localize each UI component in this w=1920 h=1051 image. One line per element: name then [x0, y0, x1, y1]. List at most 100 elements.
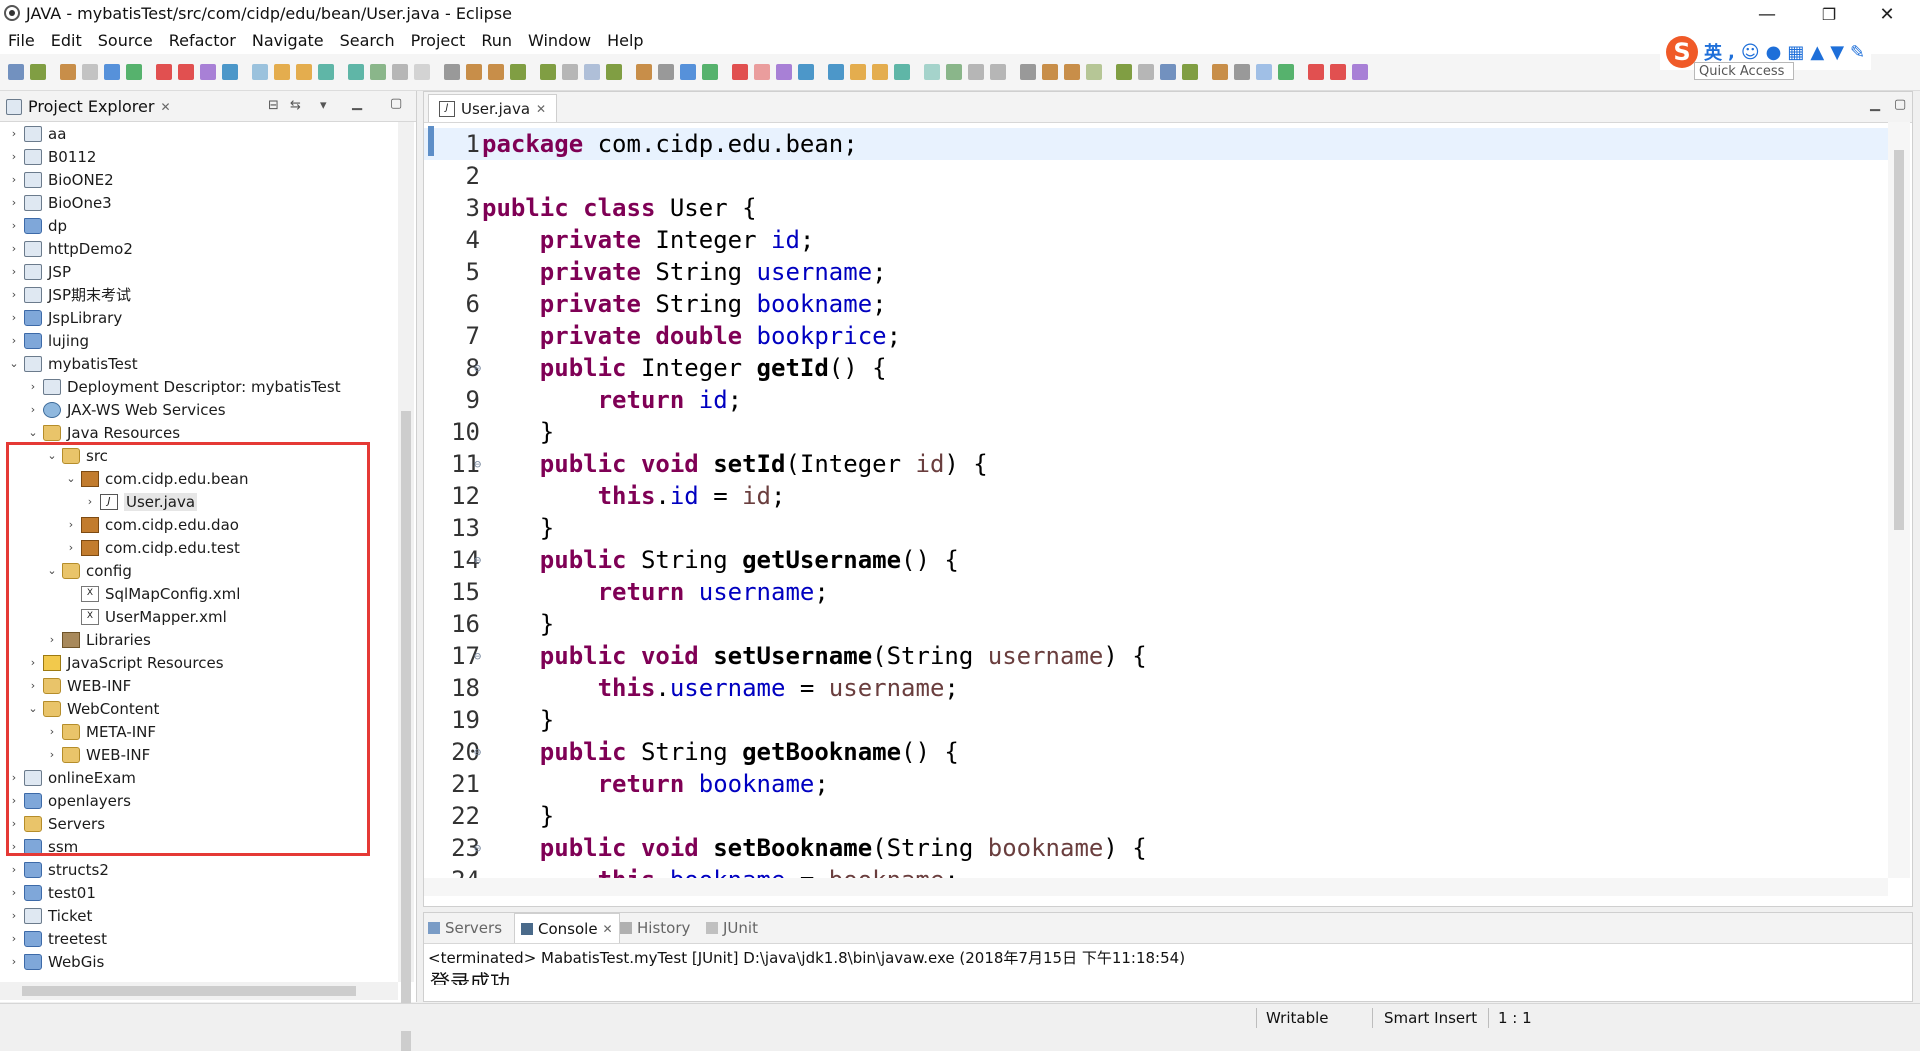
code-line[interactable]: 11 ⊖ public void setId(Integer id) { — [424, 448, 1888, 480]
toolbar-button-icon[interactable] — [510, 64, 526, 80]
toolbar-button-icon[interactable] — [318, 64, 334, 80]
toolbar-button-icon[interactable] — [1330, 64, 1346, 80]
tree-node[interactable]: › Ticket — [8, 904, 93, 927]
collapsed-chevron-icon[interactable]: › — [8, 219, 20, 232]
tree-node[interactable]: › Deployment Descriptor: mybatisTest — [27, 375, 341, 398]
tree-node[interactable]: › WebGis — [8, 950, 105, 973]
toolbar-button-icon[interactable] — [1256, 64, 1272, 80]
toolbar-button-icon[interactable] — [1138, 64, 1154, 80]
toolbar-button-icon[interactable] — [60, 64, 76, 80]
tree-node[interactable]: › BioOne3 — [8, 191, 112, 214]
code-line[interactable]: 21 return bookname; — [424, 768, 1888, 800]
toolbar-button-icon[interactable] — [488, 64, 504, 80]
toolbar-button-icon[interactable] — [680, 64, 696, 80]
code-line[interactable]: 5 private String username; — [424, 256, 1888, 288]
toolbar-button-icon[interactable] — [82, 64, 98, 80]
tree-node[interactable]: › onlineExam — [8, 766, 136, 789]
tree-node[interactable]: › BioONE2 — [8, 168, 114, 191]
toolbar-button-icon[interactable] — [200, 64, 216, 80]
tree-node[interactable]: X SqlMapConfig.xml — [65, 582, 240, 605]
fold-toggle-icon[interactable]: ⊖ — [474, 352, 481, 384]
code-line[interactable]: 16 } — [424, 608, 1888, 640]
code-line[interactable]: 20 ⊖ public String getBookname() { — [424, 736, 1888, 768]
editor-vertical-scroll-thumb[interactable] — [1894, 150, 1904, 530]
toolbar-button-icon[interactable] — [126, 64, 142, 80]
code-line[interactable]: 23 ⊖ public void setBookname(String bookn… — [424, 832, 1888, 864]
menu-source[interactable]: Source — [90, 28, 161, 54]
toolbar-button-icon[interactable] — [444, 64, 460, 80]
tree-node[interactable]: ⌄ config — [46, 559, 132, 582]
collapsed-chevron-icon[interactable]: › — [8, 817, 20, 830]
tree-node[interactable]: › J User.java — [84, 490, 198, 513]
toolbar-button-icon[interactable] — [466, 64, 482, 80]
tree-node[interactable]: ⌄ com.cidp.edu.bean — [65, 467, 248, 490]
toolbar-button-icon[interactable] — [348, 64, 364, 80]
toolbar-button-icon[interactable] — [946, 64, 962, 80]
expanded-chevron-icon[interactable]: ⌄ — [8, 357, 20, 370]
toolbar-button-icon[interactable] — [1064, 64, 1080, 80]
collapsed-chevron-icon[interactable]: › — [27, 403, 39, 416]
code-line[interactable]: 1 package com.cidp.edu.bean; — [424, 128, 1888, 160]
collapsed-chevron-icon[interactable]: › — [8, 196, 20, 209]
code-line[interactable]: 17 ⊖ public void setUsername(String usern… — [424, 640, 1888, 672]
collapsed-chevron-icon[interactable]: › — [27, 380, 39, 393]
toolbar-button-icon[interactable] — [274, 64, 290, 80]
menu-help[interactable]: Help — [599, 28, 651, 54]
code-line[interactable]: 12 this.id = id; — [424, 480, 1888, 512]
collapsed-chevron-icon[interactable]: › — [46, 748, 58, 761]
tree-node[interactable]: › JspLibrary — [8, 306, 122, 329]
toolbar-button-icon[interactable] — [850, 64, 866, 80]
menu-run[interactable]: Run — [473, 28, 520, 54]
code-line[interactable]: 7 private double bookprice; — [424, 320, 1888, 352]
editor-horizontal-scrollbar[interactable] — [424, 878, 1888, 896]
keyboard-icon[interactable]: ▦ — [1787, 42, 1804, 63]
collapsed-chevron-icon[interactable]: › — [27, 656, 39, 669]
tree-node[interactable]: › WEB-INF — [27, 674, 132, 697]
close-button[interactable]: ✕ — [1864, 0, 1910, 28]
console-tab-console[interactable]: Console ✕ — [514, 913, 620, 943]
view-minimize-icon[interactable]: ▁ — [352, 96, 362, 111]
code-line[interactable]: 2 — [424, 160, 1888, 192]
toolbar-button-icon[interactable] — [1160, 64, 1176, 80]
restore-button[interactable]: ❐ — [1806, 0, 1852, 28]
toolbar-button-icon[interactable] — [636, 64, 652, 80]
microphone-icon[interactable]: ● — [1766, 42, 1782, 63]
minimize-button[interactable]: — — [1744, 0, 1790, 28]
tree-node[interactable]: › JSP — [8, 260, 71, 283]
view-maximize-icon[interactable]: ▢ — [390, 96, 402, 111]
menu-navigate[interactable]: Navigate — [244, 28, 332, 54]
toolbar-button-icon[interactable] — [392, 64, 408, 80]
code-line[interactable]: 8 ⊖ public Integer getId() { — [424, 352, 1888, 384]
punctuation-icon[interactable]: , — [1728, 42, 1735, 63]
tree-node[interactable]: › com.cidp.edu.dao — [65, 513, 239, 536]
collapsed-chevron-icon[interactable]: › — [8, 840, 20, 853]
tree-node[interactable]: › B0112 — [8, 145, 97, 168]
code-line[interactable]: 18 this.username = username; — [424, 672, 1888, 704]
toolbar-button-icon[interactable] — [1278, 64, 1294, 80]
tree-node[interactable]: › lujing — [8, 329, 89, 352]
expanded-chevron-icon[interactable]: ⌄ — [65, 472, 77, 485]
toolbar-button-icon[interactable] — [798, 64, 814, 80]
expanded-chevron-icon[interactable]: ⌄ — [27, 702, 39, 715]
toolbar-button-icon[interactable] — [1020, 64, 1036, 80]
toolbar-button-icon[interactable] — [894, 64, 910, 80]
tree-node[interactable]: › Libraries — [46, 628, 151, 651]
menu-window[interactable]: Window — [520, 28, 599, 54]
toolbar-button-icon[interactable] — [702, 64, 718, 80]
toolbar-button-icon[interactable] — [606, 64, 622, 80]
toolbar-button-icon[interactable] — [732, 64, 748, 80]
tree-node[interactable]: › JAX-WS Web Services — [27, 398, 226, 421]
console-tab-history[interactable]: History — [620, 913, 690, 943]
toolbar-button-icon[interactable] — [1116, 64, 1132, 80]
toolbar-button-icon[interactable] — [828, 64, 844, 80]
tools-icon[interactable]: ✎ — [1850, 42, 1865, 63]
collapsed-chevron-icon[interactable]: › — [46, 633, 58, 646]
tree-node[interactable]: › JSP期末考试 — [8, 283, 131, 306]
tree-vertical-scroll-thumb[interactable] — [401, 411, 411, 1051]
tree-node[interactable]: › com.cidp.edu.test — [65, 536, 240, 559]
tree-node[interactable]: › Servers — [8, 812, 105, 835]
menu-project[interactable]: Project — [403, 28, 474, 54]
toolbar-button-icon[interactable] — [1042, 64, 1058, 80]
tree-horizontal-scroll-thumb[interactable] — [22, 986, 356, 996]
close-editor-icon[interactable]: ✕ — [536, 102, 546, 116]
